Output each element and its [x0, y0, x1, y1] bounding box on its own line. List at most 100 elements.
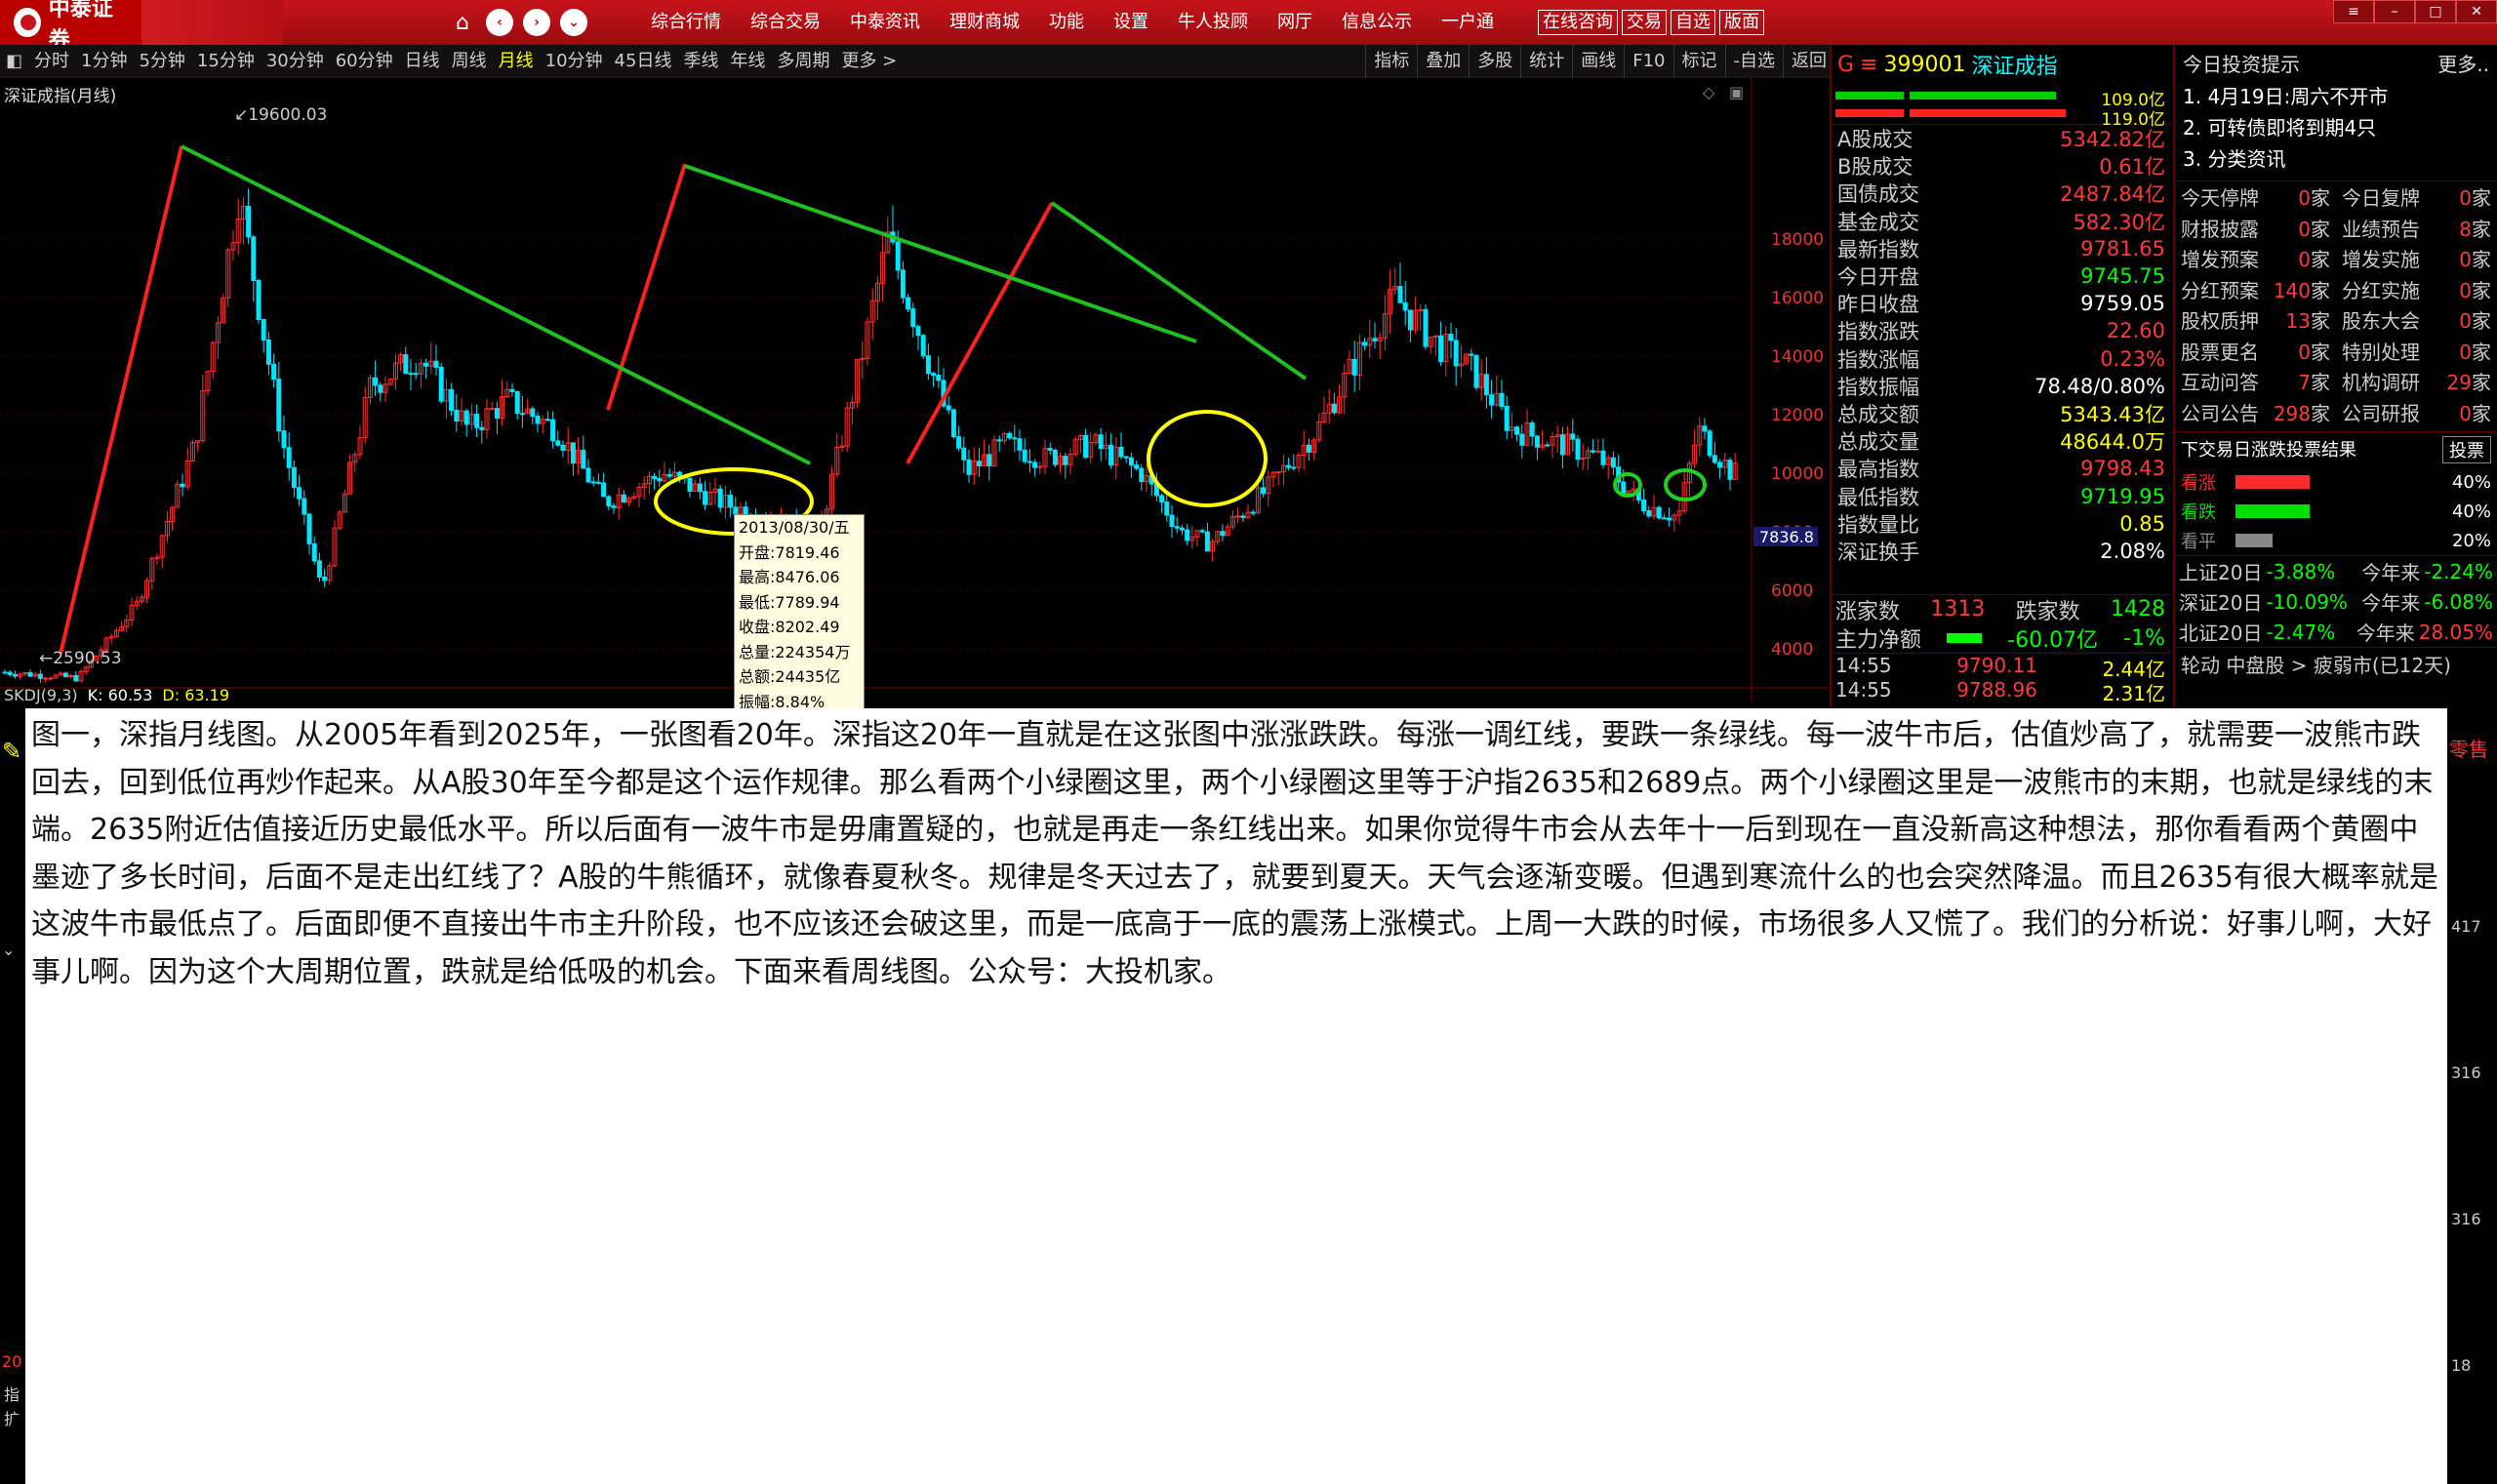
period-tab[interactable]: 周线: [446, 45, 493, 78]
event-count-wrap: 0家: [2459, 275, 2491, 303]
event-cell[interactable]: 股东大会 0家: [2336, 305, 2497, 334]
event-cell[interactable]: 公司研报 0家: [2336, 398, 2497, 426]
menu-item[interactable]: 牛人投顾: [1163, 0, 1263, 45]
event-cell[interactable]: 增发预案 0家: [2175, 244, 2336, 272]
panel-toggle-icon[interactable]: ◧: [0, 45, 28, 78]
home-icon[interactable]: ⌂: [449, 9, 476, 36]
menu-item[interactable]: 中泰资讯: [835, 0, 935, 45]
menu-item[interactable]: 功能: [1034, 0, 1099, 45]
menu-icon[interactable]: ≡: [1860, 53, 1877, 77]
period-tab[interactable]: 5分钟: [133, 45, 190, 78]
close-icon[interactable]: ✕: [2456, 0, 2497, 23]
menu-item[interactable]: 理财商城: [935, 0, 1034, 45]
tooltip-row: 总量:224354万: [739, 642, 851, 662]
menu-item[interactable]: 信息公示: [1327, 0, 1427, 45]
event-unit: 家: [2311, 217, 2330, 241]
period-tab[interactable]: 分时: [28, 45, 75, 78]
menu-item[interactable]: 设置: [1099, 0, 1163, 45]
event-label: 公司研报: [2342, 401, 2420, 425]
vote-button[interactable]: 投票: [2442, 436, 2491, 463]
collapse-icon[interactable]: ⌄: [2, 941, 15, 959]
period-tab[interactable]: 更多 >: [835, 45, 903, 78]
index-v1: -3.88%: [2266, 559, 2336, 583]
event-row: 今天停牌 0家 今日复牌 0家: [2175, 181, 2497, 213]
tip-item[interactable]: 1. 4月19日:周六不开市: [2175, 81, 2497, 112]
chart-window-icon: ▣: [1729, 83, 1744, 101]
dropdown-icon[interactable]: ⌄: [560, 9, 587, 36]
quote-value: 0.61亿: [2099, 155, 2165, 180]
candle-down: [1220, 531, 1226, 537]
period-tab[interactable]: 15分钟: [191, 45, 261, 78]
tool-button[interactable]: -自选: [1724, 44, 1784, 78]
menu-item[interactable]: 综合行情: [636, 0, 736, 45]
candle-down: [1591, 450, 1596, 453]
forward-icon[interactable]: ›: [523, 9, 550, 36]
period-tab-active[interactable]: 月线: [493, 45, 540, 78]
event-cell[interactable]: 股权质押 13家: [2175, 305, 2336, 334]
period-tab[interactable]: 日线: [399, 45, 446, 78]
candle-down: [1646, 510, 1652, 517]
up-label: 涨家数: [1835, 599, 1901, 624]
quote-group-tag[interactable]: G: [1837, 53, 1854, 77]
period-tab[interactable]: 30分钟: [261, 45, 330, 78]
index-lab2: 今年来: [2356, 622, 2415, 645]
event-cell[interactable]: 今天停牌 0家: [2175, 182, 2336, 211]
pencil-icon[interactable]: ✎: [2, 738, 21, 765]
tool-button[interactable]: 画线: [1572, 44, 1624, 78]
event-count: 0: [2298, 217, 2311, 241]
candle-down: [1098, 434, 1104, 450]
watchlist-button[interactable]: 自选: [1671, 10, 1715, 35]
event-count: 0: [2298, 248, 2311, 272]
candle-down: [322, 576, 328, 582]
event-cell[interactable]: 公司公告 298家: [2175, 398, 2336, 426]
tip-item[interactable]: 3. 分类资讯: [2175, 143, 2497, 175]
trade-button[interactable]: 交易: [1622, 10, 1667, 35]
event-cell[interactable]: 机构调研 29家: [2336, 367, 2497, 395]
period-tab[interactable]: 60分钟: [330, 45, 399, 78]
tool-button[interactable]: 叠加: [1417, 44, 1469, 78]
tip-item[interactable]: 2. 可转债即将到期4只: [2175, 112, 2497, 143]
period-tab[interactable]: 年线: [724, 45, 771, 78]
title-spacer: [141, 0, 283, 45]
candle-down: [1545, 444, 1551, 447]
index-v1: -10.09%: [2266, 589, 2348, 614]
event-cell[interactable]: 互动问答 7家: [2175, 367, 2336, 395]
candle-down: [1610, 457, 1616, 468]
tool-button[interactable]: 指标: [1365, 44, 1417, 78]
candle-down: [1641, 499, 1647, 512]
indicator-k: K: 60.53: [87, 686, 153, 704]
index-row: 上证20日 -3.88% 今年来 -2.24%: [2175, 556, 2497, 586]
period-tab[interactable]: 45日线: [609, 45, 678, 78]
menu-icon[interactable]: ≡: [2333, 0, 2374, 23]
period-tab[interactable]: 多周期: [771, 45, 835, 78]
event-cell[interactable]: 增发实施 0家: [2336, 244, 2497, 272]
tool-button[interactable]: 统计: [1520, 44, 1572, 78]
menu-item[interactable]: 一户通: [1427, 0, 1509, 45]
tool-button[interactable]: 返回: [1783, 44, 1834, 78]
event-cell[interactable]: 特别处理 0家: [2336, 337, 2497, 365]
event-cell[interactable]: 股票更名 0家: [2175, 337, 2336, 365]
period-tab[interactable]: 1分钟: [75, 45, 133, 78]
more-link[interactable]: 更多..: [2437, 49, 2489, 77]
period-tab[interactable]: 10分钟: [540, 45, 609, 78]
period-tab[interactable]: 季线: [677, 45, 724, 78]
menu-item[interactable]: 网厅: [1263, 0, 1327, 45]
online-consult-button[interactable]: 在线咨询: [1538, 10, 1618, 35]
back-icon[interactable]: ‹: [486, 9, 513, 36]
event-cell[interactable]: 分红实施 0家: [2336, 275, 2497, 303]
tool-button[interactable]: 多股: [1469, 44, 1520, 78]
event-cell[interactable]: 财报披露 0家: [2175, 214, 2336, 242]
event-cell[interactable]: 分红预案 140家: [2175, 275, 2336, 303]
tool-button[interactable]: 标记: [1672, 44, 1725, 78]
brand-logo-icon: [14, 8, 41, 37]
maximize-icon[interactable]: □: [2415, 0, 2456, 23]
minimize-icon[interactable]: –: [2374, 0, 2415, 23]
event-count: 0: [2459, 340, 2472, 364]
event-cell[interactable]: 业绩预告 8家: [2336, 214, 2497, 242]
event-cell[interactable]: 今日复牌 0家: [2336, 182, 2497, 211]
event-count: 298: [2273, 401, 2311, 425]
tool-button[interactable]: F10: [1624, 44, 1672, 78]
menu-item[interactable]: 综合交易: [736, 0, 835, 45]
kline-chart[interactable]: 4000600080001000012000140001600018000783…: [0, 78, 1834, 702]
layout-button[interactable]: 版面: [1719, 10, 1764, 35]
